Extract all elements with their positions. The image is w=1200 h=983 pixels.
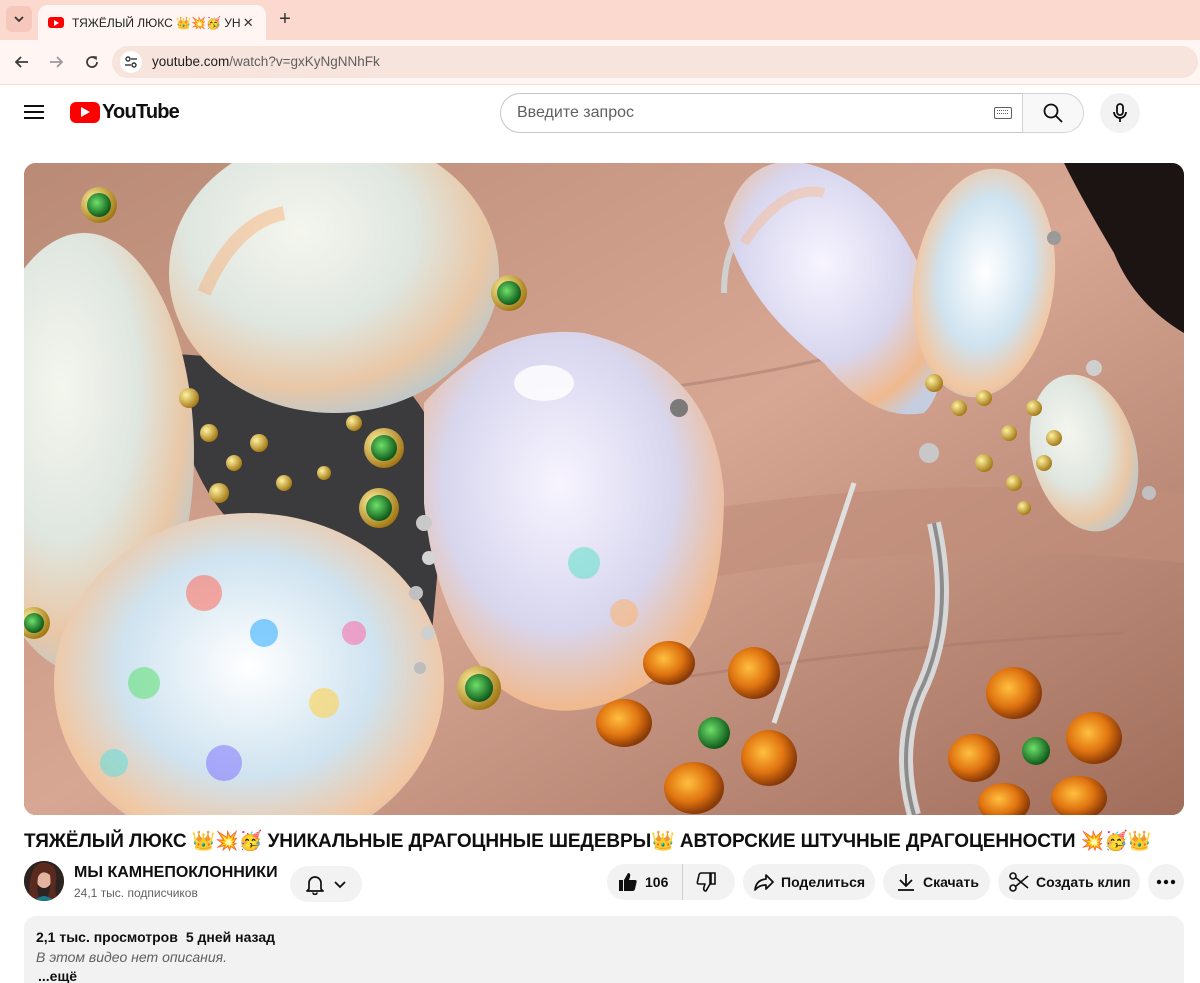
tune-icon bbox=[125, 56, 137, 68]
avatar-image bbox=[24, 861, 64, 901]
more-actions-button[interactable] bbox=[1148, 864, 1184, 900]
description-expand-button[interactable]: ...ещё bbox=[38, 968, 77, 983]
tab-search-button[interactable] bbox=[6, 6, 32, 32]
youtube-logo-text: YouTube bbox=[102, 100, 180, 123]
reload-icon bbox=[86, 56, 98, 68]
youtube-masthead: YouTube bbox=[0, 86, 1200, 142]
menu-line bbox=[24, 117, 44, 119]
thumbs-down-icon bbox=[696, 872, 717, 892]
voice-search-button[interactable] bbox=[1100, 93, 1140, 133]
search-box bbox=[500, 93, 1024, 133]
guide-menu-button[interactable] bbox=[24, 104, 44, 120]
keyboard-icon[interactable] bbox=[994, 107, 1012, 119]
subscriber-count: 24,1 тыс. подписчиков bbox=[74, 886, 198, 900]
description-box[interactable]: 2,1 тыс. просмотров 5 дней назад В этом в… bbox=[24, 916, 1184, 983]
chevron-down-icon bbox=[14, 16, 24, 23]
description-text: В этом видео нет описания. bbox=[36, 949, 227, 965]
dislike-button[interactable] bbox=[683, 864, 731, 900]
create-clip-label: Создать клип bbox=[1036, 874, 1131, 890]
thumbs-up-icon bbox=[619, 873, 637, 891]
share-icon bbox=[754, 874, 774, 891]
back-button[interactable] bbox=[10, 50, 34, 74]
browser-toolbar: youtube.com/watch?v=gxKyNgNNhFk bbox=[0, 40, 1200, 85]
create-clip-button[interactable]: Создать клип bbox=[998, 864, 1140, 900]
address-bar[interactable]: youtube.com/watch?v=gxKyNgNNhFk bbox=[112, 46, 1198, 78]
video-title: ТЯЖЁЛЫЙ ЛЮКС 👑💥🥳 УНИКАЛЬНЫЕ ДРАГОЦННЫЕ Ш… bbox=[24, 831, 1152, 852]
more-horizontal-icon bbox=[1156, 879, 1176, 885]
like-button[interactable]: 106 bbox=[607, 864, 684, 900]
download-label: Скачать bbox=[923, 874, 979, 890]
arrow-left-icon bbox=[14, 56, 28, 68]
chevron-down-icon bbox=[334, 881, 346, 889]
menu-line bbox=[24, 105, 44, 107]
upload-date: 5 дней назад bbox=[185, 929, 276, 945]
search-icon bbox=[1043, 103, 1063, 123]
channel-name[interactable]: МЫ КАМНЕПОКЛОННИКИ bbox=[74, 864, 278, 882]
download-icon bbox=[898, 874, 914, 891]
youtube-logo-icon bbox=[70, 101, 100, 123]
search-button[interactable] bbox=[1022, 93, 1084, 133]
menu-line bbox=[24, 111, 44, 113]
description-meta: 2,1 тыс. просмотров 5 дней назад bbox=[36, 929, 275, 945]
youtube-logo[interactable]: YouTube bbox=[70, 100, 180, 124]
channel-avatar[interactable] bbox=[24, 861, 64, 901]
url-path: /watch?v=gxKyNgNNhFk bbox=[229, 54, 380, 69]
reload-button[interactable] bbox=[80, 50, 104, 74]
share-button[interactable]: Поделиться bbox=[743, 864, 875, 900]
like-dislike-segment: 106 bbox=[607, 864, 735, 900]
browser-tabstrip: ТЯЖЁЛЫЙ ЛЮКС 👑💥🥳 УНИКАЛЬНЫЕ ✕ + bbox=[0, 0, 1200, 40]
youtube-favicon-icon bbox=[48, 17, 64, 28]
download-button[interactable]: Скачать bbox=[883, 864, 990, 900]
close-tab-icon[interactable]: ✕ bbox=[240, 15, 256, 31]
notification-bell-button[interactable] bbox=[290, 866, 362, 902]
new-tab-button[interactable]: + bbox=[274, 8, 296, 30]
site-info-button[interactable] bbox=[120, 51, 142, 73]
search-input[interactable] bbox=[517, 94, 977, 132]
tab-title: ТЯЖЁЛЫЙ ЛЮКС 👑💥🥳 УНИКАЛЬНЫЕ bbox=[72, 15, 241, 30]
view-count: 2,1 тыс. просмотров bbox=[36, 929, 178, 945]
video-player[interactable] bbox=[24, 163, 1184, 815]
share-label: Поделиться bbox=[781, 874, 866, 890]
video-frame bbox=[24, 163, 1184, 815]
arrow-right-icon bbox=[50, 56, 64, 68]
like-count: 106 bbox=[645, 874, 669, 890]
bell-icon bbox=[306, 876, 324, 895]
scissors-icon bbox=[1009, 872, 1029, 892]
forward-button[interactable] bbox=[44, 50, 68, 74]
url-host: youtube.com bbox=[152, 54, 230, 69]
url-text: youtube.com/watch?v=gxKyNgNNhFk bbox=[152, 54, 380, 69]
browser-tab-active[interactable]: ТЯЖЁЛЫЙ ЛЮКС 👑💥🥳 УНИКАЛЬНЫЕ ✕ bbox=[38, 5, 266, 40]
microphone-icon bbox=[1113, 103, 1127, 122]
